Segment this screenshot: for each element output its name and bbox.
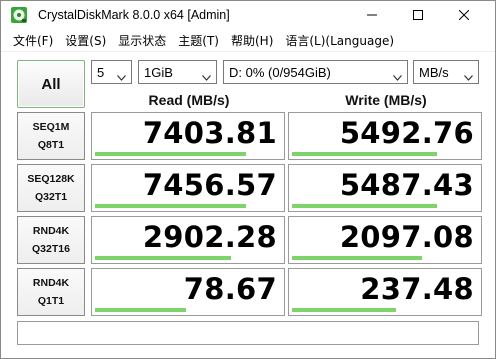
test-queue: Q32T16 [32,243,70,255]
write-value: 5487.43 [339,168,474,202]
menu-bar: 文件(F) 设置(S) 显示状态 主题(T) 帮助(H) 语言(L)(Langu… [1,30,495,52]
test-size-value: 1GiB [144,64,173,80]
drive-select[interactable]: D: 0% (0/954GiB) [223,60,408,84]
maximize-button[interactable] [395,1,441,30]
test-button-rnd4k-q32t16[interactable]: RND4K Q32T16 [17,216,85,264]
write-bar [292,308,397,312]
close-icon [458,7,470,25]
benchmark-panel: All 5 1GiB D: 0% (0/954GiB) MB/s Read (M… [7,53,489,351]
write-result-cell: 237.48 [288,268,482,316]
menu-help[interactable]: 帮助(H) [225,32,279,49]
write-result-cell: 5487.43 [288,164,482,212]
read-value: 7403.81 [142,116,277,150]
menu-file[interactable]: 文件(F) [7,32,59,49]
write-value: 2097.08 [339,220,474,254]
write-bar [292,204,438,208]
write-column-header: Write (MB/s) [345,92,427,108]
read-result-cell: 7403.81 [91,112,285,160]
minimize-button[interactable] [349,1,395,30]
test-count-value: 5 [97,64,105,80]
write-value: 237.48 [360,272,474,306]
menu-settings[interactable]: 设置(S) [59,32,112,49]
drive-value: D: 0% (0/954GiB) [229,64,331,80]
read-bar [95,152,246,156]
title-bar: CrystalDiskMark 8.0.0 x64 [Admin] [1,1,495,30]
menu-display-status[interactable]: 显示状态 [112,32,172,49]
read-value: 78.67 [183,272,277,306]
write-result-cell: 5492.76 [288,112,482,160]
test-name: RND4K [32,225,70,237]
test-size-select[interactable]: 1GiB [138,60,217,84]
read-bar [95,204,246,208]
write-result-cell: 2097.08 [288,216,482,264]
chevron-down-icon [393,69,402,81]
read-result-cell: 78.67 [91,268,285,316]
write-value: 5492.76 [339,116,474,150]
maximize-icon [413,7,423,25]
crystaldiskmark-icon [10,6,28,24]
read-value: 7456.57 [142,168,277,202]
test-name: SEQ1M [32,121,70,133]
read-column-header: Read (MB/s) [148,92,230,108]
unit-value: MB/s [419,64,449,80]
read-result-cell: 7456.57 [91,164,285,212]
read-result-cell: 2902.28 [91,216,285,264]
write-bar [292,152,438,156]
test-button-seq1m-q8t1[interactable]: SEQ1M Q8T1 [17,112,85,160]
test-button-seq128k-q32t1[interactable]: SEQ128K Q32T1 [17,164,85,212]
test-name: RND4K [32,277,70,289]
close-button[interactable] [441,1,487,30]
read-value: 2902.28 [142,220,277,254]
menu-language[interactable]: 语言(L)(Language) [279,32,400,49]
test-queue: Q32T1 [34,191,68,203]
comment-field[interactable] [17,321,479,345]
write-bar [292,256,423,260]
read-bar [95,256,231,260]
chevron-down-icon [202,69,211,81]
window-title: CrystalDiskMark 8.0.0 x64 [Admin] [38,8,230,22]
chevron-down-icon [117,69,126,81]
menu-theme[interactable]: 主题(T) [172,32,225,49]
test-button-rnd4k-q1t1[interactable]: RND4K Q1T1 [17,268,85,316]
run-all-button[interactable]: All [17,60,85,108]
test-count-select[interactable]: 5 [91,60,132,84]
chevron-down-icon [464,69,473,81]
minimize-icon [367,7,377,25]
test-queue: Q1T1 [37,295,65,307]
read-bar [95,308,187,312]
unit-select[interactable]: MB/s [413,60,479,84]
app-window: CrystalDiskMark 8.0.0 x64 [Admin] 文件(F) … [0,0,496,359]
test-name: SEQ128K [27,173,75,185]
test-queue: Q8T1 [37,139,65,151]
